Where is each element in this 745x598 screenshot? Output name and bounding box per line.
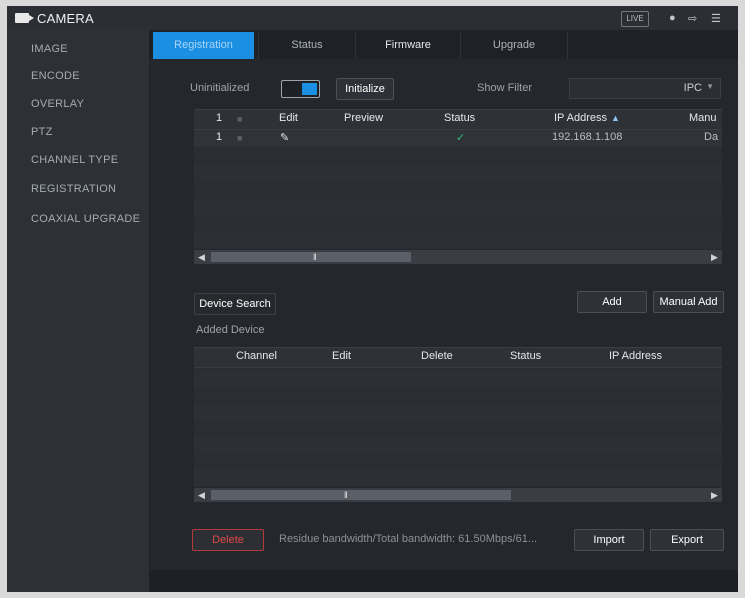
search-table-header: 1 ■ Edit Preview Status IP Address ▲ Man… bbox=[194, 110, 722, 130]
show-filter-label: Show Filter bbox=[477, 82, 533, 94]
sort-arrow-icon: ▲ bbox=[611, 113, 620, 123]
added-device-label: Added Device bbox=[196, 324, 265, 336]
menu-icon[interactable]: ☰ bbox=[711, 12, 721, 25]
chevron-down-icon: ▼ bbox=[706, 82, 714, 91]
added-table-hscrollbar[interactable]: ◀ ‖ ▶ bbox=[194, 488, 722, 502]
tab-bar: Registration Status Firmware Upgrade bbox=[150, 32, 738, 59]
table-row bbox=[194, 404, 722, 421]
show-filter-select[interactable]: IPC ▼ bbox=[569, 78, 721, 99]
added-table-header: Channel Edit Delete Status IP Address bbox=[194, 348, 722, 368]
table-row bbox=[194, 231, 722, 248]
footer-bar bbox=[150, 570, 738, 592]
header-status[interactable]: Status bbox=[510, 350, 541, 362]
check-icon: ✓ bbox=[456, 132, 466, 144]
table-row[interactable]: 1 ■ ✎ ✓ 192.168.1.108 Da bbox=[194, 130, 722, 147]
title-bar: CAMERA LIVE ● ⇨ ☰ bbox=[7, 6, 738, 30]
header-delete[interactable]: Delete bbox=[421, 350, 453, 362]
tab-divider bbox=[567, 32, 569, 59]
bandwidth-info: Residue bandwidth/Total bandwidth: 61.50… bbox=[279, 533, 538, 545]
search-results-table: 1 ■ Edit Preview Status IP Address ▲ Man… bbox=[194, 109, 722, 249]
toggle-knob bbox=[302, 83, 317, 95]
header-status[interactable]: Status bbox=[444, 112, 475, 124]
scroll-grip-icon: ‖ bbox=[313, 252, 317, 262]
table-row bbox=[194, 437, 722, 454]
header-edit[interactable]: Edit bbox=[332, 350, 351, 362]
row-manufacturer: Da bbox=[704, 131, 719, 143]
table-row bbox=[194, 165, 722, 182]
scroll-right-icon[interactable]: ▶ bbox=[711, 490, 718, 501]
sidebar-item-registration[interactable]: REGISTRATION bbox=[31, 183, 116, 195]
row-index: 1 bbox=[216, 131, 223, 143]
header-channel[interactable]: Channel bbox=[236, 350, 277, 362]
sidebar-item-channel-type[interactable]: CHANNEL TYPE bbox=[31, 154, 118, 166]
logout-icon[interactable]: ⇨ bbox=[688, 12, 697, 25]
show-filter-value: IPC bbox=[683, 82, 702, 94]
scroll-left-icon[interactable]: ◀ bbox=[198, 490, 205, 501]
search-table-hscrollbar[interactable]: ◀ ‖ ▶ bbox=[194, 250, 722, 264]
scroll-thumb[interactable] bbox=[211, 252, 411, 262]
edit-icon[interactable]: ✎ bbox=[280, 131, 289, 144]
header-ip-address[interactable]: IP Address bbox=[554, 112, 607, 124]
camera-settings-window: CAMERA LIVE ● ⇨ ☰ IMAGE ENCODE OVERLAY P… bbox=[7, 6, 738, 592]
header-ip-address[interactable]: IP Address bbox=[609, 350, 662, 362]
row-checkbox[interactable]: ■ bbox=[237, 133, 242, 143]
device-search-button[interactable]: Device Search bbox=[194, 293, 276, 315]
uninitialized-label: Uninitialized bbox=[190, 82, 250, 94]
scroll-thumb[interactable] bbox=[211, 490, 511, 500]
header-manufacturer[interactable]: Manu bbox=[689, 112, 717, 124]
tab-firmware[interactable]: Firmware bbox=[355, 32, 460, 59]
sidebar-item-image[interactable]: IMAGE bbox=[31, 43, 68, 55]
export-button[interactable]: Export bbox=[650, 529, 724, 551]
add-button[interactable]: Add bbox=[577, 291, 647, 313]
scroll-grip-icon: ‖ bbox=[344, 490, 348, 500]
sidebar-item-overlay[interactable]: OVERLAY bbox=[31, 98, 84, 110]
registration-panel: Uninitialized Initialize Show Filter IPC… bbox=[150, 59, 738, 592]
header-preview[interactable]: Preview bbox=[344, 112, 383, 124]
initialize-button[interactable]: Initialize bbox=[336, 78, 394, 100]
sidebar: IMAGE ENCODE OVERLAY PTZ CHANNEL TYPE RE… bbox=[7, 30, 149, 592]
select-all-checkbox[interactable]: ■ bbox=[237, 114, 242, 124]
table-row bbox=[194, 199, 722, 216]
uninitialized-toggle[interactable] bbox=[281, 80, 320, 98]
scroll-left-icon[interactable]: ◀ bbox=[198, 252, 205, 263]
tab-upgrade[interactable]: Upgrade bbox=[460, 32, 567, 59]
header-select-all[interactable]: 1 bbox=[216, 112, 222, 124]
added-devices-table: Channel Edit Delete Status IP Address bbox=[194, 347, 722, 487]
row-ip-address: 192.168.1.108 bbox=[552, 131, 623, 143]
scroll-right-icon[interactable]: ▶ bbox=[711, 252, 718, 263]
sidebar-item-coaxial-upgrade[interactable]: COAXIAL UPGRADE bbox=[31, 213, 140, 225]
import-button[interactable]: Import bbox=[574, 529, 644, 551]
table-row bbox=[194, 370, 722, 387]
manual-add-button[interactable]: Manual Add bbox=[653, 291, 724, 313]
sidebar-item-encode[interactable]: ENCODE bbox=[31, 70, 80, 82]
camera-icon bbox=[15, 13, 34, 23]
live-button[interactable]: LIVE bbox=[621, 11, 649, 27]
delete-button[interactable]: Delete bbox=[192, 529, 264, 551]
user-icon[interactable]: ● bbox=[669, 12, 676, 24]
table-row bbox=[194, 469, 722, 486]
header-edit[interactable]: Edit bbox=[279, 112, 298, 124]
tab-registration[interactable]: Registration bbox=[153, 32, 254, 59]
sidebar-item-ptz[interactable]: PTZ bbox=[31, 126, 53, 138]
tab-status[interactable]: Status bbox=[258, 32, 355, 59]
window-title: CAMERA bbox=[37, 11, 94, 26]
